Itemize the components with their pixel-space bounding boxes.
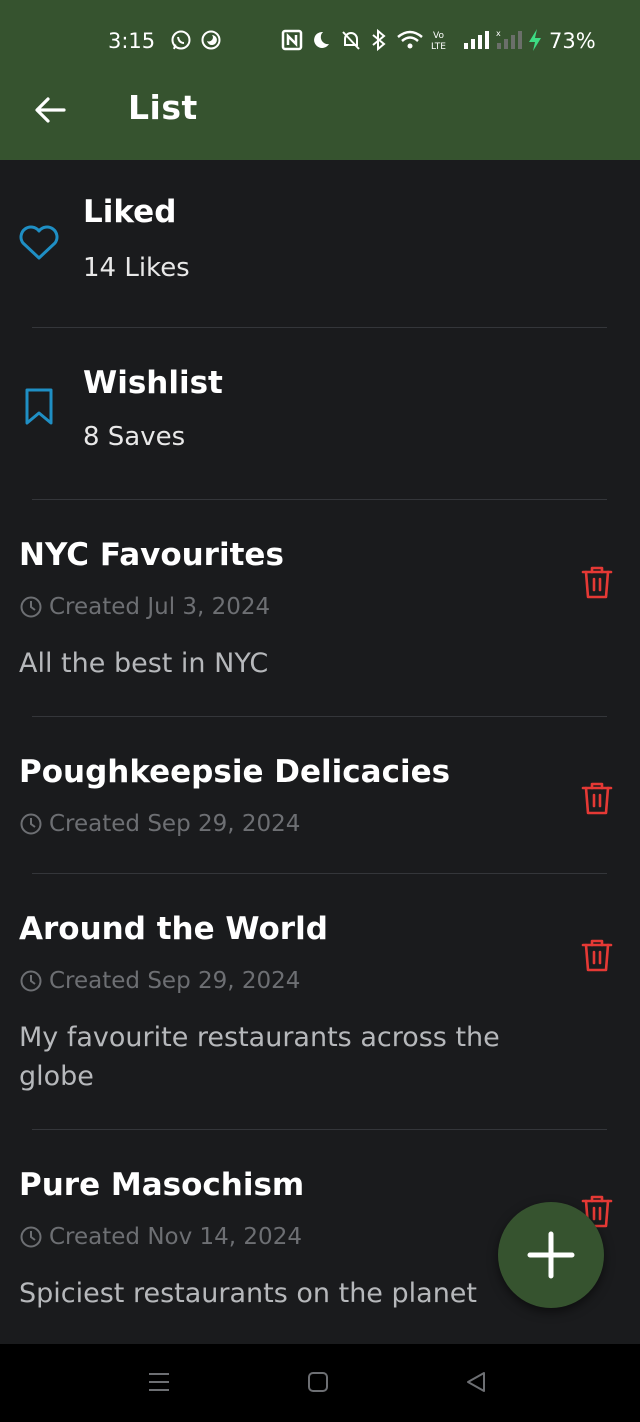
list-title: Around the World (19, 911, 328, 947)
list-created: Created Sep 29, 2024 (19, 968, 300, 994)
page-title: List (128, 88, 198, 127)
battery-level: 73% (549, 29, 596, 53)
top-app-bar: 3:15 Vo LTE x 73% List (0, 0, 640, 160)
system-nav-bar (0, 1344, 640, 1422)
clock-icon (20, 813, 42, 835)
created-date: Created Sep 29, 2024 (49, 968, 301, 994)
lists-container: Liked 14 Likes Wishlist 8 Saves NYC Favo… (0, 160, 640, 1344)
menu-icon[interactable] (147, 1370, 171, 1394)
created-date: Created Sep 29, 2024 (49, 811, 301, 837)
list-item-liked[interactable]: Liked 14 Likes (0, 160, 640, 327)
delete-button-poughkeepsie-delicacies[interactable] (580, 780, 614, 816)
svg-text:x: x (496, 29, 501, 38)
list-item-poughkeepsie-delicacies[interactable]: Poughkeepsie Delicacies Created Sep 29, … (0, 717, 640, 873)
list-count: 8 Saves (83, 422, 186, 452)
heart-icon (19, 225, 59, 260)
list-title: Liked (83, 194, 177, 230)
bookmark-icon (25, 388, 53, 425)
charging-icon (529, 29, 541, 51)
volte-icon: Vo LTE (431, 31, 446, 52)
back-button[interactable] (30, 90, 70, 130)
back-icon[interactable] (464, 1370, 488, 1394)
clock-icon (20, 596, 42, 618)
do-not-disturb-icon (314, 31, 329, 48)
list-item-nyc-favourites[interactable]: NYC Favourites Created Jul 3, 2024 All t… (0, 500, 640, 716)
list-title: Poughkeepsie Delicacies (19, 754, 451, 790)
signal-no-service-icon: x (496, 29, 522, 49)
created-date: Created Nov 14, 2024 (49, 1224, 302, 1250)
add-list-button[interactable] (498, 1202, 604, 1308)
trash-icon (581, 566, 613, 599)
svg-text:Vo: Vo (433, 31, 444, 41)
clock-icon (20, 970, 42, 992)
list-item-wishlist[interactable]: Wishlist 8 Saves (0, 328, 640, 499)
list-title: Wishlist (83, 365, 223, 401)
mute-icon (342, 31, 360, 50)
list-description: Spiciest restaurants on the planet (19, 1278, 477, 1309)
list-description: My favourite restaurants across the glob… (19, 1022, 500, 1092)
list-description: All the best in NYC (19, 648, 269, 679)
arrow-left-icon (35, 97, 66, 123)
delete-button-around-the-world[interactable] (580, 937, 614, 973)
list-count: 14 Likes (83, 253, 190, 283)
trash-icon (581, 782, 613, 815)
list-created: Created Nov 14, 2024 (19, 1224, 302, 1250)
delete-button-nyc-favourites[interactable] (580, 564, 614, 600)
status-bar: 3:15 Vo LTE x 73% (0, 0, 640, 82)
status-time: 3:15 (108, 29, 156, 53)
moon-app-icon (201, 30, 221, 50)
list-created: Created Sep 29, 2024 (19, 811, 300, 837)
plus-icon (527, 1231, 575, 1279)
svg-text:LTE: LTE (431, 42, 446, 52)
wifi-icon (397, 30, 423, 49)
clock-icon (20, 1226, 42, 1248)
whatsapp-icon (171, 30, 191, 50)
bluetooth-icon (372, 28, 386, 52)
list-created: Created Jul 3, 2024 (19, 594, 270, 620)
signal-icon (464, 31, 489, 49)
list-item-around-the-world[interactable]: Around the World Created Sep 29, 2024 My… (0, 874, 640, 1129)
home-icon[interactable] (306, 1370, 330, 1394)
nfc-icon (281, 29, 303, 51)
list-title: NYC Favourites (19, 537, 284, 573)
created-date: Created Jul 3, 2024 (49, 594, 271, 620)
trash-icon (581, 939, 613, 972)
list-title: Pure Masochism (19, 1167, 305, 1203)
